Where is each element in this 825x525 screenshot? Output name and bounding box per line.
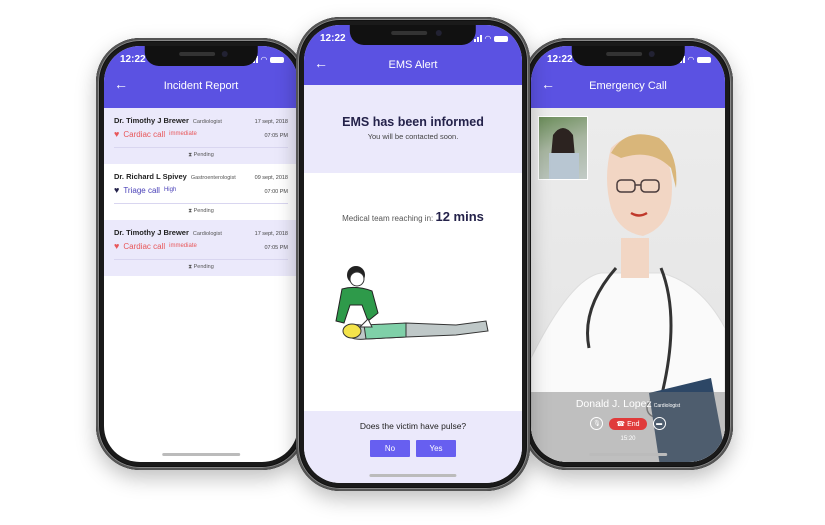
eta-label: Medical team reaching in:: [342, 214, 434, 223]
yes-button[interactable]: Yes: [416, 440, 456, 457]
ems-eta-panel: Medical team reaching in: 12 mins: [304, 173, 522, 411]
app-showcase: 12:22 ◠ ← Incident Report Dr. Timothy J …: [0, 0, 825, 525]
status-pending: Pending: [193, 152, 214, 158]
mute-button[interactable]: 🎙: [590, 417, 604, 430]
doctor-specialty: Cardiologist: [192, 119, 222, 125]
battery-icon: [494, 35, 508, 42]
signal-icon: [473, 35, 482, 42]
priority: High: [163, 187, 177, 193]
eta-value: 12 mins: [435, 209, 484, 224]
heart-icon: ♥: [114, 129, 120, 139]
report-item[interactable]: Dr. Timothy J Brewer Cardiologist 17 sept,…: [104, 220, 298, 276]
status-pending: Pending: [193, 208, 214, 214]
status-pending: Pending: [193, 264, 214, 270]
battery-icon: [697, 56, 711, 63]
call-type: Triage call: [123, 185, 160, 195]
ems-status-panel: EMS has been informed You will be contac…: [304, 85, 522, 173]
report-item[interactable]: Dr. Timothy J Brewer Cardiologist 17 sept,…: [104, 108, 298, 164]
report-time: 07:00 PM: [264, 189, 288, 195]
doctor-specialty: Cardiologist: [192, 231, 222, 237]
hourglass-icon: ⧗: [188, 264, 193, 270]
page-title: Emergency Call: [589, 80, 667, 92]
pulse-check-panel: Does the victim have pulse? No Yes: [304, 411, 522, 483]
battery-icon: [270, 56, 284, 63]
doctor-name: Dr. Richard L Spivey: [114, 172, 187, 181]
page-title: EMS Alert: [388, 59, 438, 71]
report-time: 07:05 PM: [264, 245, 288, 251]
call-controls-panel: Donald J. Lopez Cardiologist 🎙 ☎ End ▬ 15…: [531, 392, 725, 462]
hourglass-icon: ⧗: [188, 208, 193, 214]
microphone-icon: 🎙: [593, 421, 601, 427]
end-call-label: End: [627, 420, 640, 428]
notch: [349, 25, 477, 45]
notch: [144, 46, 258, 66]
ems-alert-screen: 12:22 ◠ ← EMS Alert EMS has been informe…: [304, 25, 522, 483]
notch: [571, 46, 685, 66]
priority: immediate: [169, 131, 197, 137]
end-call-button[interactable]: ☎ End: [609, 417, 647, 430]
incident-report-screen: 12:22 ◠ ← Incident Report Dr. Timothy J …: [104, 46, 298, 462]
status-time: 12:22: [320, 33, 346, 44]
ems-subtext: You will be contacted soon.: [367, 132, 459, 141]
report-item[interactable]: Dr. Richard L Spivey Gastroenterologist 09…: [104, 164, 298, 220]
report-date: 17 sept, 2018: [254, 119, 288, 125]
doctor-name: Dr. Timothy J Brewer: [114, 116, 189, 125]
home-indicator[interactable]: [589, 453, 667, 456]
home-indicator[interactable]: [162, 453, 240, 456]
phone-hangup-icon: ☎: [616, 420, 626, 428]
phone-incident-report: 12:22 ◠ ← Incident Report Dr. Timothy J …: [96, 38, 306, 470]
no-button[interactable]: No: [370, 440, 410, 457]
report-date: 09 sept, 2018: [254, 175, 288, 181]
pulse-question: Does the victim have pulse?: [359, 421, 467, 431]
phone-emergency-call: 12:22 ◠ ← Emergency Call Donald J. Lopez…: [523, 38, 733, 470]
wifi-icon: ◠: [260, 55, 267, 64]
heart-icon: ♥: [114, 241, 120, 251]
wifi-icon: ◠: [687, 55, 694, 64]
wifi-icon: ◠: [484, 34, 491, 43]
self-video-thumbnail[interactable]: [538, 116, 588, 180]
eta-text: Medical team reaching in: 12 mins: [304, 209, 522, 224]
phone-ems-alert: 12:22 ◠ ← EMS Alert EMS has been informe…: [296, 17, 530, 491]
page-title: Incident Report: [163, 80, 239, 92]
doctor-specialty: Gastroenterologist: [190, 175, 236, 181]
call-type: Cardiac call: [123, 241, 166, 251]
doctor-name: Dr. Timothy J Brewer: [114, 228, 189, 237]
heart-icon: ♥: [114, 185, 120, 195]
hourglass-icon: ⧗: [188, 152, 193, 158]
call-type: Cardiac call: [123, 129, 166, 139]
report-date: 17 sept, 2018: [254, 231, 288, 237]
report-time: 07:05 PM: [264, 133, 288, 139]
status-time: 12:22: [120, 54, 146, 65]
video-toggle-button[interactable]: ▬: [652, 417, 666, 430]
priority: immediate: [169, 243, 197, 249]
emergency-call-screen: 12:22 ◠ ← Emergency Call Donald J. Lopez…: [531, 46, 725, 462]
call-duration: 15:20: [620, 436, 636, 442]
ems-headline: EMS has been informed: [342, 115, 484, 129]
video-camera-icon: ▬: [656, 420, 663, 427]
self-video-illustration: [549, 128, 579, 179]
status-time: 12:22: [547, 54, 573, 65]
home-indicator[interactable]: [369, 474, 457, 477]
callee-specialty: Cardiologist: [653, 403, 681, 409]
cpr-illustration: [335, 266, 489, 340]
callee-name: Donald J. Lopez: [575, 398, 652, 410]
doctor-video-feed: Donald J. Lopez Cardiologist 🎙 ☎ End ▬ 15…: [531, 108, 725, 462]
